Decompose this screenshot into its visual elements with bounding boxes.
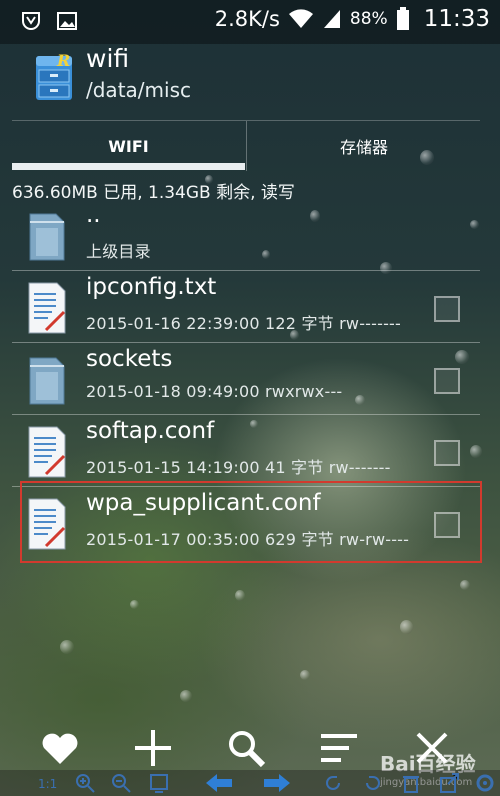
wifi-icon	[288, 9, 313, 28]
file-name: sockets	[86, 346, 173, 372]
battery-icon	[396, 7, 409, 30]
folder-path: /data/misc	[86, 78, 191, 102]
text-file-icon	[28, 282, 66, 334]
zoom-out-icon[interactable]	[110, 772, 132, 794]
root-explorer-app-icon[interactable]: R	[34, 50, 74, 102]
menu-icon[interactable]	[317, 726, 361, 770]
select-checkbox[interactable]	[434, 296, 460, 322]
select-checkbox[interactable]	[434, 440, 460, 466]
network-speed: 2.8K/s	[214, 7, 280, 31]
status-bar: 2.8K/s 88% 11:33	[0, 0, 500, 44]
share-icon[interactable]	[438, 772, 460, 794]
svg-text:1:1: 1:1	[38, 777, 57, 791]
file-name: ipconfig.txt	[86, 274, 217, 300]
browser-nav-bar: 1:1	[0, 770, 500, 796]
file-name: ..	[86, 202, 101, 228]
zoom-in-icon[interactable]	[74, 772, 96, 794]
rotate-left-icon[interactable]	[322, 772, 344, 794]
image-notification-icon	[57, 12, 77, 30]
file-meta: 2015-01-16 22:39:00 122 字节 rw-------	[86, 314, 402, 333]
list-item[interactable]: softap.conf 2015-01-15 14:19:00 41 字节 rw…	[12, 416, 480, 487]
settings-icon[interactable]	[474, 772, 496, 794]
list-item[interactable]: ipconfig.txt 2015-01-16 22:39:00 122 字节 …	[12, 272, 480, 343]
list-item[interactable]: .. 上级目录	[12, 200, 480, 271]
previous-arrow-icon[interactable]	[204, 772, 234, 794]
next-arrow-icon[interactable]	[262, 772, 292, 794]
file-meta: 2015-01-15 14:19:00 41 字节 rw-------	[86, 458, 391, 477]
file-name: softap.conf	[86, 418, 215, 444]
delete-icon[interactable]	[400, 772, 422, 794]
heart-icon[interactable]	[38, 726, 82, 770]
svg-text:R: R	[56, 51, 70, 70]
folder-title: wifi	[86, 44, 130, 73]
select-checkbox[interactable]	[434, 368, 460, 394]
file-meta: 2015-01-18 09:49:00 rwxrwx---	[86, 382, 343, 401]
active-tab-indicator	[12, 163, 245, 170]
ratio-icon[interactable]: 1:1	[36, 772, 58, 794]
search-icon[interactable]	[224, 726, 268, 770]
fit-icon[interactable]	[148, 772, 170, 794]
list-item[interactable]: sockets 2015-01-18 09:49:00 rwxrwx---	[12, 344, 480, 415]
rotate-right-icon[interactable]	[362, 772, 384, 794]
clock: 11:33	[423, 6, 490, 32]
highlight-box	[20, 481, 482, 563]
battery-percent: 88%	[349, 9, 388, 29]
folder-icon	[29, 213, 65, 261]
file-meta: 上级目录	[86, 242, 151, 261]
tab-storage[interactable]: 存储器	[246, 121, 481, 171]
text-file-icon	[28, 426, 66, 478]
signal-icon	[323, 10, 340, 28]
folder-icon	[29, 357, 65, 405]
notification-shield-icon	[22, 12, 40, 30]
plus-icon[interactable]	[131, 726, 175, 770]
